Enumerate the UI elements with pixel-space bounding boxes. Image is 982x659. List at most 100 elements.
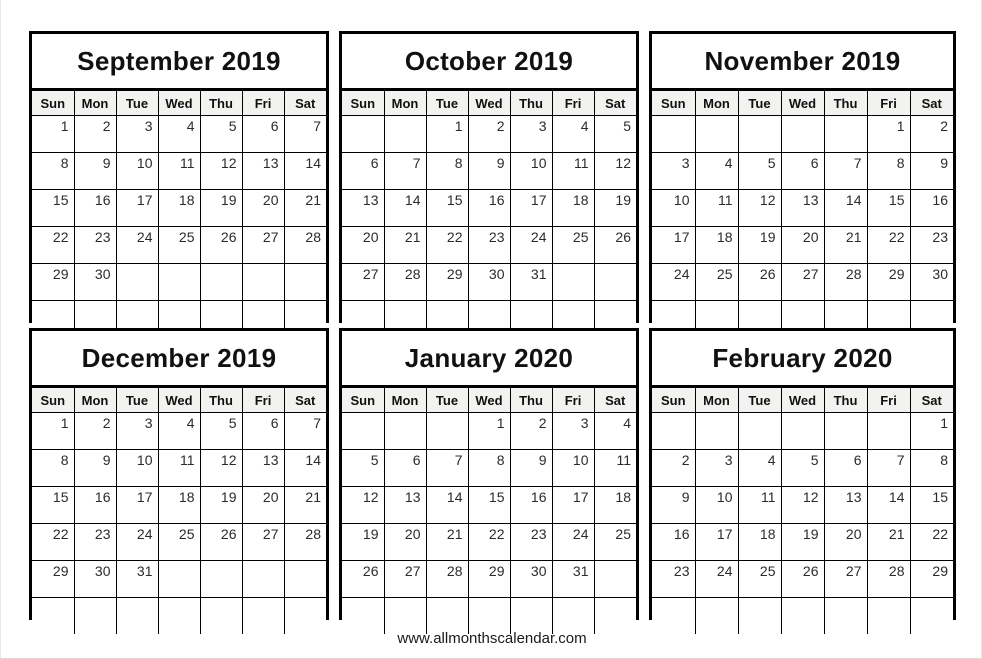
day-cell[interactable]: 23 bbox=[909, 226, 953, 264]
day-cell[interactable]: 28 bbox=[866, 560, 911, 598]
day-cell[interactable]: 6 bbox=[241, 412, 285, 450]
day-cell[interactable]: 10 bbox=[652, 189, 696, 227]
day-cell[interactable]: 7 bbox=[283, 412, 326, 450]
day-cell[interactable]: 22 bbox=[32, 523, 75, 561]
day-cell[interactable]: 20 bbox=[342, 226, 385, 264]
day-cell-empty[interactable] bbox=[593, 263, 636, 301]
day-cell[interactable]: 13 bbox=[241, 449, 285, 487]
day-cell[interactable]: 10 bbox=[551, 449, 595, 487]
day-cell[interactable]: 29 bbox=[32, 263, 75, 301]
day-cell[interactable]: 19 bbox=[199, 486, 243, 524]
day-cell[interactable]: 7 bbox=[866, 449, 911, 487]
day-cell-empty[interactable] bbox=[283, 597, 326, 634]
day-cell[interactable]: 25 bbox=[157, 523, 201, 561]
day-cell-empty[interactable] bbox=[823, 597, 868, 634]
day-cell[interactable]: 12 bbox=[342, 486, 385, 524]
day-cell[interactable]: 20 bbox=[241, 486, 285, 524]
day-cell[interactable]: 16 bbox=[652, 523, 696, 561]
day-cell-empty[interactable] bbox=[694, 412, 739, 450]
day-cell[interactable]: 28 bbox=[823, 263, 868, 301]
day-cell-empty[interactable] bbox=[823, 115, 868, 153]
day-cell[interactable]: 24 bbox=[652, 263, 696, 301]
day-cell[interactable]: 10 bbox=[509, 152, 553, 190]
day-cell[interactable]: 5 bbox=[199, 412, 243, 450]
day-cell[interactable]: 8 bbox=[467, 449, 511, 487]
day-cell[interactable]: 26 bbox=[199, 523, 243, 561]
day-cell[interactable]: 24 bbox=[694, 560, 739, 598]
day-cell[interactable]: 6 bbox=[383, 449, 427, 487]
day-cell[interactable]: 1 bbox=[32, 412, 75, 450]
day-cell[interactable]: 28 bbox=[283, 226, 326, 264]
day-cell[interactable]: 22 bbox=[32, 226, 75, 264]
day-cell[interactable]: 24 bbox=[115, 523, 159, 561]
day-cell-empty[interactable] bbox=[593, 597, 636, 634]
day-cell[interactable]: 18 bbox=[737, 523, 782, 561]
day-cell-empty[interactable] bbox=[157, 263, 201, 301]
day-cell-empty[interactable] bbox=[551, 263, 595, 301]
day-cell-empty[interactable] bbox=[73, 597, 117, 634]
website-url[interactable]: www.allmonthscalendar.com bbox=[397, 630, 586, 647]
day-cell[interactable]: 9 bbox=[73, 152, 117, 190]
day-cell[interactable]: 27 bbox=[823, 560, 868, 598]
day-cell[interactable]: 7 bbox=[383, 152, 427, 190]
day-cell[interactable]: 18 bbox=[551, 189, 595, 227]
day-cell-empty[interactable] bbox=[652, 412, 696, 450]
day-cell[interactable]: 9 bbox=[509, 449, 553, 487]
day-cell[interactable]: 25 bbox=[551, 226, 595, 264]
day-cell-empty[interactable] bbox=[823, 412, 868, 450]
day-cell[interactable]: 18 bbox=[593, 486, 636, 524]
day-cell[interactable]: 16 bbox=[909, 189, 953, 227]
day-cell[interactable]: 28 bbox=[283, 523, 326, 561]
day-cell[interactable]: 12 bbox=[199, 152, 243, 190]
day-cell-empty[interactable] bbox=[780, 115, 825, 153]
day-cell[interactable]: 13 bbox=[241, 152, 285, 190]
day-cell[interactable]: 31 bbox=[509, 263, 553, 301]
day-cell[interactable]: 9 bbox=[73, 449, 117, 487]
day-cell-empty[interactable] bbox=[593, 560, 636, 598]
day-cell[interactable]: 2 bbox=[909, 115, 953, 153]
day-cell[interactable]: 24 bbox=[551, 523, 595, 561]
day-cell[interactable]: 11 bbox=[737, 486, 782, 524]
day-cell-empty[interactable] bbox=[383, 115, 427, 153]
day-cell[interactable]: 14 bbox=[866, 486, 911, 524]
day-cell[interactable]: 7 bbox=[425, 449, 469, 487]
day-cell[interactable]: 5 bbox=[199, 115, 243, 153]
day-cell[interactable]: 17 bbox=[115, 189, 159, 227]
day-cell[interactable]: 24 bbox=[115, 226, 159, 264]
day-cell[interactable]: 20 bbox=[780, 226, 825, 264]
day-cell[interactable]: 5 bbox=[780, 449, 825, 487]
day-cell[interactable]: 23 bbox=[509, 523, 553, 561]
day-cell[interactable]: 20 bbox=[823, 523, 868, 561]
day-cell[interactable]: 29 bbox=[32, 560, 75, 598]
day-cell[interactable]: 3 bbox=[509, 115, 553, 153]
day-cell[interactable]: 4 bbox=[737, 449, 782, 487]
day-cell[interactable]: 26 bbox=[780, 560, 825, 598]
day-cell[interactable]: 4 bbox=[551, 115, 595, 153]
day-cell[interactable]: 29 bbox=[909, 560, 953, 598]
day-cell[interactable]: 12 bbox=[199, 449, 243, 487]
day-cell[interactable]: 5 bbox=[593, 115, 636, 153]
day-cell[interactable]: 5 bbox=[737, 152, 782, 190]
day-cell[interactable]: 29 bbox=[866, 263, 911, 301]
day-cell[interactable]: 27 bbox=[780, 263, 825, 301]
day-cell[interactable]: 2 bbox=[73, 412, 117, 450]
day-cell[interactable]: 4 bbox=[157, 412, 201, 450]
day-cell[interactable]: 2 bbox=[467, 115, 511, 153]
day-cell[interactable]: 16 bbox=[73, 189, 117, 227]
day-cell[interactable]: 21 bbox=[383, 226, 427, 264]
day-cell[interactable]: 26 bbox=[737, 263, 782, 301]
day-cell[interactable]: 14 bbox=[283, 449, 326, 487]
day-cell[interactable]: 3 bbox=[551, 412, 595, 450]
day-cell[interactable]: 23 bbox=[652, 560, 696, 598]
day-cell-empty[interactable] bbox=[737, 412, 782, 450]
day-cell-empty[interactable] bbox=[652, 597, 696, 634]
day-cell[interactable]: 19 bbox=[593, 189, 636, 227]
day-cell-empty[interactable] bbox=[694, 597, 739, 634]
day-cell[interactable]: 29 bbox=[467, 560, 511, 598]
day-cell[interactable]: 13 bbox=[780, 189, 825, 227]
day-cell[interactable]: 5 bbox=[342, 449, 385, 487]
day-cell[interactable]: 15 bbox=[32, 189, 75, 227]
day-cell[interactable]: 15 bbox=[425, 189, 469, 227]
day-cell[interactable]: 30 bbox=[73, 560, 117, 598]
day-cell[interactable]: 27 bbox=[241, 226, 285, 264]
